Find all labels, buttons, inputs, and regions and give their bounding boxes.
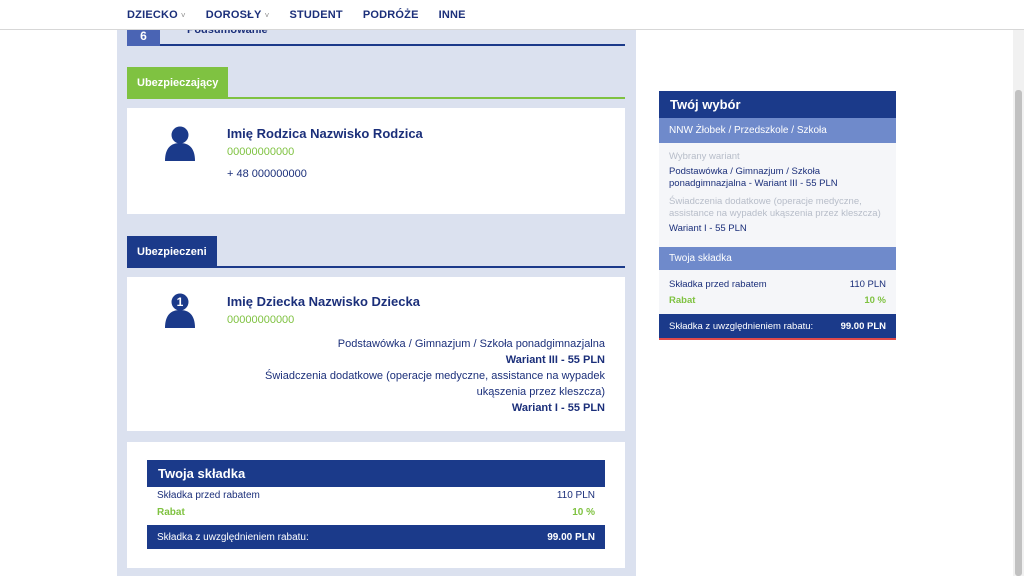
premium-total-row: Składka z uwzględnieniem rabatu: 99.00 P… [147,525,605,549]
sidebar-before-row: Składka przed rabatem 110 PLN [659,276,896,292]
insurer-section-label: Ubezpieczający [127,67,229,99]
insured-coverage-details: Podstawówka / Gimnazjum / Szkoła ponadgi… [225,336,605,416]
sidebar-total-value: 99.00 PLN [840,320,886,332]
coverage-description: Podstawówka / Gimnazjum / Szkoła ponadgi… [337,338,605,350]
insured-person-icon: 1 [161,291,199,329]
insurer-card: Imię Rodzica Nazwisko Rodzica 0000000000… [127,108,625,214]
nav-item-dziecko[interactable]: DZIECKO ˅ [127,9,186,21]
sidebar-variant-value: Podstawówka / Gimnazjum / Szkoła ponadgi… [669,166,838,189]
nav-item-podróże[interactable]: PODRÓŻE [363,9,419,21]
sidebar-before-value: 110 PLN [849,278,886,290]
top-navigation: DZIECKO ˅ DOROSŁY ˅ STUDENT PODRÓŻE INNE [0,0,1024,30]
insurer-pesel: 00000000000 [227,146,295,158]
premium-discount-value: 10 % [572,507,595,518]
nav-item-label: STUDENT [289,9,343,21]
premium-before-value: 110 PLN [556,490,595,501]
person-icon [161,124,199,162]
sidebar-discount-value: 10 % [864,294,886,306]
nav-item-label: PODRÓŻE [362,9,419,21]
nav-item-label: DZIECKO [127,9,178,21]
insured-section-label: Ubezpieczeni [127,236,217,268]
coverage-variant: Wariant III - 55 PLN [505,354,605,366]
premium-before-row: Składka przed rabatem 110 PLN [147,487,605,504]
premium-discount-label: Rabat [157,507,185,518]
insured-name: Imię Dziecka Nazwisko Dziecka [227,294,420,309]
sidebar-discount-row: Rabat 10 % [659,292,896,308]
sidebar-product: NNW Żłobek / Przedszkole / Szkoła [659,118,896,143]
premium-summary: Twoja składka Składka przed rabatem 110 … [147,460,605,549]
sidebar-discount-label: Rabat [669,294,696,306]
nav-item-label: INNE [438,9,466,21]
sidebar-total-label: Składka z uwzględnieniem rabatu: [669,320,814,332]
coverage-description: Świadczenia dodatkowe (operacje medyczne… [265,370,605,398]
coverage-variant: Wariant I - 55 PLN [511,402,605,414]
sidebar-premium-rows: Składka przed rabatem 110 PLN Rabat 10 % [659,270,896,314]
insured-card: 1 Imię Dziecka Nazwisko Dziecka 00000000… [127,277,625,431]
step-header: 6 Podsumowanie [127,24,625,46]
premium-card: Twoja składka Składka przed rabatem 110 … [127,442,625,568]
insurer-section-header: Ubezpieczający [127,66,625,99]
sidebar-extra-value: Wariant I - 55 PLN [669,223,747,234]
sidebar-total-row: Składka z uwzględnieniem rabatu: 99.00 P… [659,314,896,340]
chevron-down-icon: ˅ [264,10,270,20]
nav-item-dorosły[interactable]: DOROSŁY ˅ [206,9,270,21]
sidebar-extra-label: Świadczenia dodatkowe (operacje medyczne… [669,196,881,219]
premium-title: Twoja składka [147,460,605,487]
insurer-phone: + 48 000000000 [227,168,307,180]
nav-menu: DZIECKO ˅ DOROSŁY ˅ STUDENT PODRÓŻE INNE [127,0,486,30]
sidebar-before-label: Składka przed rabatem [669,278,767,290]
summary-column: 6 Podsumowanie Ubezpieczający Imię Rodzi… [117,24,636,576]
premium-total-label: Składka z uwzględnieniem rabatu: [157,531,309,543]
selection-sidebar: Twój wybór NNW Żłobek / Przedszkole / Sz… [659,91,896,340]
sidebar-premium-title: Twoja składka [659,247,896,270]
premium-before-label: Składka przed rabatem [157,490,260,501]
premium-discount-row: Rabat 10 % [147,504,605,521]
nav-item-label: DOROSŁY [205,9,262,21]
sidebar-title: Twój wybór [659,91,896,118]
insured-pesel: 00000000000 [227,314,295,326]
insurer-name: Imię Rodzica Nazwisko Rodzica [227,126,423,141]
scrollbar-thumb[interactable] [1015,90,1022,576]
insured-section-header: Ubezpieczeni [127,235,625,268]
sidebar-variant-label: Wybrany wariant [669,151,740,162]
sidebar-choice-details: Wybrany wariant Podstawówka / Gimnazjum … [659,143,896,247]
nav-item-inne[interactable]: INNE [439,9,466,21]
nav-item-student[interactable]: STUDENT [289,9,342,21]
chevron-down-icon: ˅ [180,10,186,20]
insured-number-badge: 1 [177,295,184,309]
premium-total-value: 99.00 PLN [547,531,595,543]
page-scrollbar[interactable] [1013,30,1024,576]
